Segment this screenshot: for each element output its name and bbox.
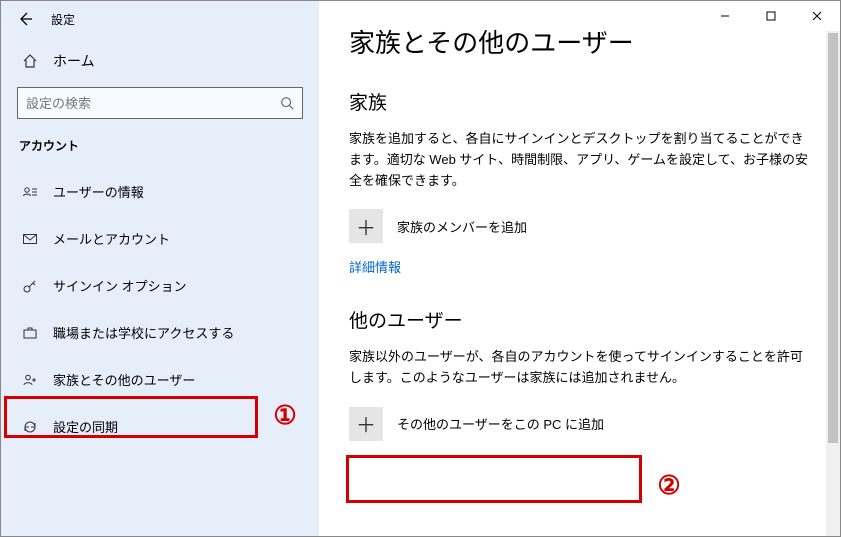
mail-icon (21, 230, 39, 248)
nav-item-label: メールとアカウント (53, 229, 170, 248)
family-more-info-link[interactable]: 詳細情報 (349, 257, 401, 276)
nav-item-label: サインイン オプション (53, 276, 187, 295)
add-family-member-button[interactable]: ＋ 家族のメンバーを追加 (349, 209, 810, 243)
nav-list: ユーザーの情報 メールとアカウント サインイン オプション 職場または学校にアク… (1, 168, 319, 450)
nav-item-family-other-users[interactable]: 家族とその他のユーザー (1, 356, 319, 403)
sidebar: 設定 ホーム アカウント ユーザーの情報 (1, 1, 319, 536)
minimize-button[interactable] (702, 1, 748, 31)
add-other-label: その他のユーザーをこの PC に追加 (397, 414, 604, 433)
key-icon (21, 277, 39, 295)
window-title: 設定 (51, 11, 75, 28)
nav-item-label: 職場または学校にアクセスする (53, 323, 234, 342)
maximize-button[interactable] (748, 1, 794, 31)
briefcase-icon (21, 324, 39, 342)
family-description: 家族を追加すると、各自にサインインとデスクトップを割り当てることができます。適切… (349, 129, 810, 191)
add-other-user-button[interactable]: ＋ その他のユーザーをこの PC に追加 (349, 407, 810, 441)
titlebar: 設定 (1, 1, 319, 37)
nav-item-label: ユーザーの情報 (53, 182, 144, 201)
plus-icon: ＋ (349, 407, 383, 441)
nav-item-sync-settings[interactable]: 設定の同期 (1, 403, 319, 450)
nav-item-label: 家族とその他のユーザー (53, 370, 195, 389)
user-card-icon (21, 183, 39, 201)
sidebar-section-label: アカウント (1, 137, 319, 168)
search-icon (280, 96, 294, 110)
plus-icon: ＋ (349, 209, 383, 243)
nav-item-signin-options[interactable]: サインイン オプション (1, 262, 319, 309)
back-button[interactable] (13, 7, 37, 31)
search-input[interactable] (26, 96, 266, 111)
scroll-thumb[interactable] (828, 33, 838, 443)
home-label: ホーム (53, 51, 95, 71)
caption-buttons (702, 1, 840, 31)
search-box[interactable] (17, 87, 303, 119)
add-family-label: 家族のメンバーを追加 (397, 217, 527, 236)
family-heading: 家族 (349, 88, 810, 115)
scrollbar[interactable] (826, 31, 840, 536)
nav-item-user-info[interactable]: ユーザーの情報 (1, 168, 319, 215)
content-inner: 家族とその他のユーザー 家族 家族を追加すると、各自にサインインとデスクトップを… (319, 1, 840, 465)
nav-item-email-accounts[interactable]: メールとアカウント (1, 215, 319, 262)
close-button[interactable] (794, 1, 840, 31)
nav-item-work-school[interactable]: 職場または学校にアクセスする (1, 309, 319, 356)
others-heading: 他のユーザー (349, 306, 810, 333)
home-nav[interactable]: ホーム (1, 37, 319, 81)
home-icon (21, 52, 39, 70)
others-description: 家族以外のユーザーが、各自のアカウントを使ってサインインすることを許可します。こ… (349, 347, 810, 389)
people-icon (21, 371, 39, 389)
settings-window: 設定 ホーム アカウント ユーザーの情報 (0, 0, 841, 537)
content-area: 家族とその他のユーザー 家族 家族を追加すると、各自にサインインとデスクトップを… (319, 1, 840, 536)
sync-icon (21, 418, 39, 436)
nav-item-label: 設定の同期 (53, 417, 118, 436)
